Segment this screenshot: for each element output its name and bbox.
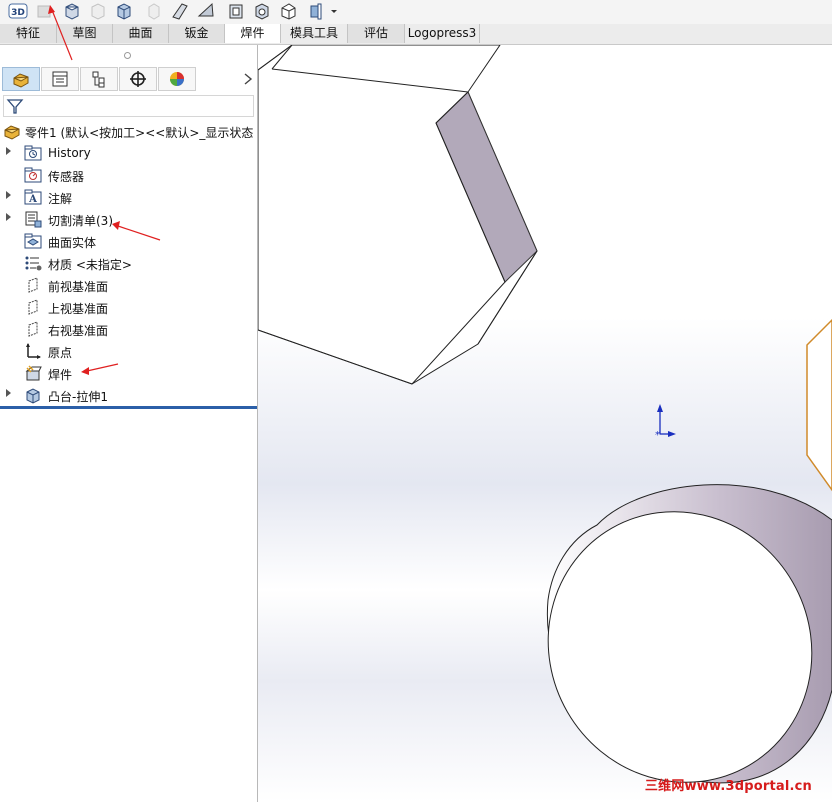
svg-text:3D: 3D <box>11 8 25 18</box>
extrude-feature-icon[interactable] <box>62 1 82 21</box>
plane-icon <box>28 321 38 337</box>
property-manager-icon[interactable] <box>41 67 79 91</box>
cut-list-icon <box>25 211 42 228</box>
tree-item-cut-list[interactable]: 切割清单(3) <box>0 209 257 229</box>
filter-icon[interactable] <box>6 97 24 115</box>
tree-item-sensors[interactable]: 传感器 <box>0 165 257 185</box>
disabled-feature-icon[interactable] <box>88 1 108 21</box>
tree-item-label: 上视基准面 <box>48 302 109 316</box>
tree-item-surface-bodies[interactable]: 曲面实体 <box>0 231 257 251</box>
panel-tool-icon[interactable] <box>226 1 246 21</box>
tab-weldments[interactable]: 焊件 <box>225 24 281 43</box>
3d-view-icon[interactable]: 3D <box>8 1 28 21</box>
disabled-body-icon[interactable] <box>144 1 164 21</box>
command-manager-tabs: 特征 草图 曲面 钣金 焊件 模具工具 评估 Logopress3 <box>0 24 832 45</box>
tree-item-origin[interactable]: 原点 <box>0 341 257 361</box>
surface-body-icon <box>24 233 42 249</box>
gear-part-icon[interactable] <box>252 1 272 21</box>
panel-tab-strip <box>0 67 257 92</box>
tree-item-label: 曲面实体 <box>48 236 97 250</box>
command-toolbar: 3D <box>0 0 832 24</box>
tree-item-label: 传感器 <box>48 170 85 184</box>
tree-root-label: 零件1 (默认<按加工><<默认>_显示状态 <box>25 126 254 140</box>
configuration-manager-icon[interactable] <box>80 67 118 91</box>
plane-icon <box>28 299 38 315</box>
boss-extrude-icon <box>26 388 40 404</box>
svg-text:*: * <box>655 430 660 441</box>
tree-item-material[interactable]: 材质 <未指定> <box>0 253 257 273</box>
origin-icon <box>26 343 41 359</box>
display-manager-icon[interactable] <box>158 67 196 91</box>
cylinder-body[interactable] <box>499 463 832 802</box>
dropdown-tool-icon[interactable] <box>308 1 328 21</box>
chevron-down-icon[interactable] <box>328 1 340 21</box>
tree-item-label: 切割清单(3) <box>48 214 113 228</box>
model-geometry[interactable]: * <box>258 45 832 802</box>
panel-scroll-right-icon[interactable] <box>242 71 254 87</box>
tree-item-label: 焊件 <box>48 368 73 382</box>
feature-manager-panel: 零件1 (默认<按加工><<默认>_显示状态 History 传感器 A 注解 … <box>0 45 258 802</box>
tree-item-top-plane[interactable]: 上视基准面 <box>0 297 257 317</box>
tree-item-boss-extrude[interactable]: 凸台-拉伸1 <box>0 385 257 405</box>
expand-arrow-icon[interactable] <box>6 389 11 397</box>
disabled-part-icon[interactable] <box>34 1 54 21</box>
wedge-tool-icon[interactable] <box>196 1 216 21</box>
material-icon <box>25 256 42 271</box>
hex-prism-body[interactable] <box>258 45 538 385</box>
svg-text:A: A <box>28 194 37 205</box>
history-folder-icon <box>24 145 42 161</box>
sensor-icon <box>24 167 42 183</box>
feature-manager-icon[interactable] <box>2 67 40 91</box>
tab-logopress3[interactable]: Logopress3 <box>405 24 480 43</box>
expand-arrow-icon[interactable] <box>6 213 11 221</box>
panel-grip[interactable] <box>124 52 131 59</box>
part-icon <box>4 125 20 140</box>
tree-item-label: 右视基准面 <box>48 324 109 338</box>
tree-item-annotations[interactable]: A 注解 <box>0 187 257 207</box>
weldment-icon <box>25 365 42 381</box>
tab-sheet-metal[interactable]: 钣金 <box>169 24 225 43</box>
expand-arrow-icon[interactable] <box>6 147 11 155</box>
selected-body-edge[interactable] <box>806 318 832 492</box>
tree-item-label: 材质 <未指定> <box>48 258 132 272</box>
box-tool-icon[interactable] <box>278 1 298 21</box>
tab-evaluate[interactable]: 评估 <box>348 24 405 43</box>
dimxpert-icon[interactable] <box>119 67 157 91</box>
tree-item-weldment[interactable]: 焊件 <box>0 363 257 383</box>
rollback-bar[interactable] <box>0 406 257 409</box>
plane-icon <box>28 277 38 293</box>
tree-item-history[interactable]: History <box>0 143 257 163</box>
sheet-tool-icon[interactable] <box>170 1 190 21</box>
tab-features[interactable]: 特征 <box>0 24 57 43</box>
tree-item-front-plane[interactable]: 前视基准面 <box>0 275 257 295</box>
solid-body-icon[interactable] <box>114 1 134 21</box>
tree-item-label: 前视基准面 <box>48 280 109 294</box>
tab-surfaces[interactable]: 曲面 <box>113 24 169 43</box>
graphics-viewport[interactable]: * <box>258 45 832 802</box>
tree-filter[interactable] <box>3 95 254 117</box>
tree-item-label: 注解 <box>48 192 73 206</box>
watermark-text: 三维网www.3dportal.cn <box>644 779 812 794</box>
expand-arrow-icon[interactable] <box>6 191 11 199</box>
tree-item-label: 凸台-拉伸1 <box>48 390 108 404</box>
tree-item-label: History <box>48 146 91 160</box>
tab-sketch[interactable]: 草图 <box>57 24 113 43</box>
tree-item-right-plane[interactable]: 右视基准面 <box>0 319 257 339</box>
origin-triad: * <box>655 404 676 441</box>
tree-item-label: 原点 <box>48 346 73 360</box>
tab-mold-tools[interactable]: 模具工具 <box>281 24 348 43</box>
tree-root-part[interactable]: 零件1 (默认<按加工><<默认>_显示状态 <box>0 121 257 141</box>
annotation-icon: A <box>24 189 42 205</box>
